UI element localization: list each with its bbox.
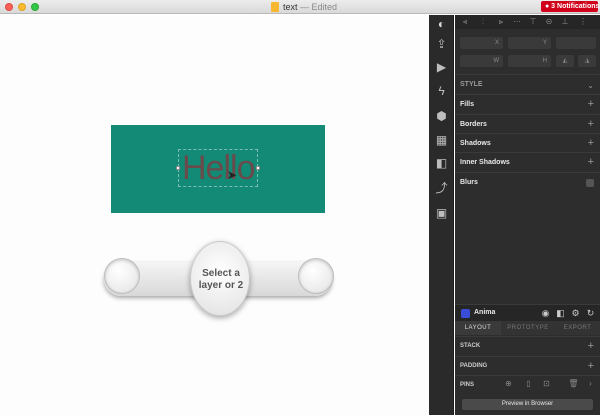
shadows-section[interactable]: Shadows + [455, 133, 600, 153]
style-label: STYLE [460, 81, 483, 88]
artboard[interactable]: Hello ➤ [111, 125, 325, 213]
distribute-horizontal-icon[interactable]: ⋯ [513, 18, 521, 26]
pins-label: PINS [460, 382, 475, 388]
document-icon [271, 2, 279, 12]
widget-right-knob[interactable] [298, 258, 334, 294]
flip-vertical-icon[interactable]: ◮ [578, 55, 596, 67]
distribute-vertical-icon[interactable]: ⋮ [579, 18, 587, 26]
add-border-icon[interactable]: + [588, 118, 594, 130]
chevron-right-icon[interactable]: › [585, 379, 596, 388]
close-window-button[interactable] [5, 3, 13, 11]
widget-left-knob[interactable] [104, 258, 140, 294]
borders-label: Borders [460, 121, 487, 128]
widget-hint-text: Select a layer or 2 [198, 268, 244, 291]
craft-logo-icon[interactable]: ◐ [434, 17, 449, 32]
align-top-icon[interactable]: ⊤ [529, 18, 537, 26]
export-icon[interactable]: ⤴ [434, 181, 449, 196]
add-inner-shadow-icon[interactable]: + [588, 156, 594, 168]
stack-label: STACK [460, 343, 481, 349]
play-icon[interactable]: ▶ [434, 60, 449, 75]
notifications-badge[interactable]: ● 3 Notifications [541, 1, 599, 12]
inspector-panel: ⫷ ⫶ ⫸ ⋯ ⊤ ⊝ ⊥ ⋮ X Y W H ◭ ◮ STYLE ⌄ Fill… [455, 15, 600, 415]
canvas[interactable]: Hello ➤ Select a layer or 2 [0, 15, 429, 415]
add-padding-icon[interactable]: + [588, 360, 594, 372]
preview-in-browser-button[interactable]: Preview in Browser [462, 399, 593, 410]
gear-icon[interactable]: ⚙ [571, 309, 580, 318]
anima-logo-icon [461, 309, 470, 318]
maximize-window-button[interactable] [31, 3, 39, 11]
align-bottom-icon[interactable]: ⊥ [561, 18, 569, 26]
width-field[interactable]: W [460, 55, 503, 67]
bolt-icon[interactable]: ϟ [434, 84, 449, 99]
minimize-window-button[interactable] [18, 3, 26, 11]
upload-icon[interactable]: ⇪ [434, 37, 449, 52]
title-bar: text — Edited ● 3 Notifications [0, 0, 600, 14]
style-section[interactable]: STYLE ⌄ [455, 74, 600, 94]
chevron-down-icon[interactable]: ⌄ [587, 80, 594, 92]
anima-tabs: LAYOUT PROTOTYPE EXPORT [455, 321, 600, 335]
blurs-section[interactable]: Blurs [455, 172, 600, 192]
padding-section[interactable]: PADDING + [455, 356, 600, 376]
tab-prototype[interactable]: PROTOTYPE [503, 321, 553, 335]
widget-center-dial: Select a layer or 2 [190, 241, 250, 316]
image-icon[interactable]: ▣ [434, 206, 449, 221]
pin-edges-icon[interactable]: ⊡ [541, 379, 552, 388]
inner-shadows-label: Inner Shadows [460, 159, 510, 166]
stack-section[interactable]: STACK + [455, 336, 600, 356]
borders-section[interactable]: Borders + [455, 114, 600, 134]
flip-horizontal-icon[interactable]: ◭ [556, 55, 574, 67]
inner-shadows-section[interactable]: Inner Shadows + [455, 152, 600, 172]
sidebar-toggle-icon[interactable]: ◧ [556, 309, 565, 318]
rotation-field[interactable] [556, 37, 596, 49]
align-middle-icon[interactable]: ⊝ [545, 18, 553, 26]
mouse-cursor-icon: ➤ [227, 168, 238, 182]
document-name: text [283, 2, 298, 12]
fills-label: Fills [460, 101, 475, 108]
anima-title: Anima [474, 309, 496, 316]
window-title: text — Edited [283, 1, 337, 13]
resize-handle-right[interactable] [256, 166, 260, 170]
shadows-label: Shadows [460, 140, 491, 147]
padding-label: PADDING [460, 363, 488, 369]
grid-icon[interactable]: ▦ [434, 133, 449, 148]
text-layer[interactable]: Hello [182, 149, 255, 187]
align-right-icon[interactable]: ⫸ [497, 18, 505, 26]
height-field[interactable]: H [508, 55, 551, 67]
blurs-label: Blurs [460, 179, 478, 186]
anima-selection-widget: Select a layer or 2 [98, 241, 338, 316]
tab-export[interactable]: EXPORT [555, 321, 600, 335]
record-icon[interactable]: ◉ [541, 309, 550, 318]
tab-layout[interactable]: LAYOUT [455, 321, 501, 335]
hexagon-icon[interactable]: ⬢ [434, 109, 449, 124]
pin-inner-icon[interactable]: ▯ [523, 379, 534, 388]
align-left-icon[interactable]: ⫷ [461, 18, 469, 26]
blur-toggle[interactable] [586, 179, 594, 187]
alignment-toolbar: ⫷ ⫶ ⫸ ⋯ ⊤ ⊝ ⊥ ⋮ [455, 15, 600, 29]
x-position-field[interactable]: X [460, 37, 503, 49]
trash-icon[interactable]: 🗑 [568, 379, 579, 388]
add-fill-icon[interactable]: + [588, 98, 594, 110]
refresh-icon[interactable]: ↻ [586, 309, 595, 318]
add-shadow-icon[interactable]: + [588, 137, 594, 149]
layers-icon[interactable]: ◧ [434, 156, 449, 171]
pin-all-icon[interactable]: ⊕ [503, 379, 514, 388]
align-center-icon[interactable]: ⫶ [479, 18, 487, 26]
fills-section[interactable]: Fills + [455, 94, 600, 114]
inspector-toolbar: ◐ ⇪ ▶ ϟ ⬢ ▦ ◧ ⤴ ▣ [429, 15, 454, 415]
anima-header: Anima ◉ ◧ ⚙ ↻ [455, 304, 600, 321]
resize-handle-left[interactable] [176, 166, 180, 170]
y-position-field[interactable]: Y [508, 37, 551, 49]
add-stack-icon[interactable]: + [588, 340, 594, 352]
edited-status: — Edited [300, 2, 338, 12]
